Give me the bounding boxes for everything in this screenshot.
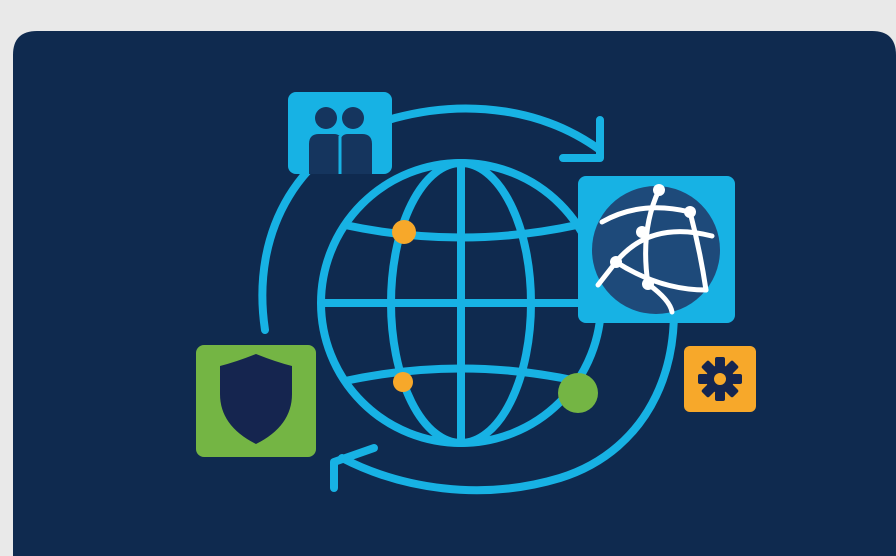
- people-icon: [288, 92, 392, 174]
- global-network-illustration: [13, 31, 896, 556]
- network-sphere-icon: [578, 176, 735, 323]
- green-node: [558, 373, 598, 413]
- orange-node-lower: [393, 372, 413, 392]
- globe-icon: [317, 159, 605, 447]
- orange-node-upper: [392, 220, 416, 244]
- gear-icon: [684, 346, 756, 412]
- shield-icon: [196, 345, 316, 457]
